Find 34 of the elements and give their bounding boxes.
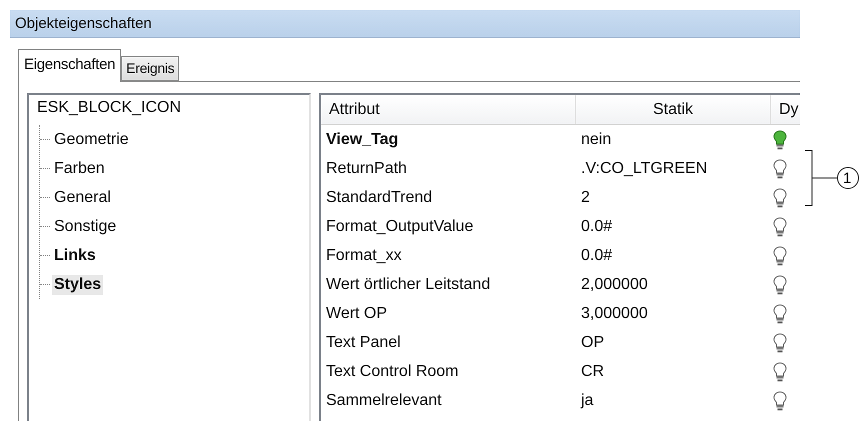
- value-cell-text: 0.0#: [580, 218, 614, 236]
- tree-item[interactable]: Sonstige: [52, 216, 118, 236]
- window-title: Objekteigenschaften: [15, 15, 152, 32]
- tree-item[interactable]: Geometrie: [52, 130, 131, 150]
- tree-item[interactable]: Styles: [52, 274, 104, 294]
- attribute-cell-text: Sammelrelevant: [325, 392, 443, 410]
- tree-root[interactable]: ESK_BLOCK_ICON: [37, 99, 309, 125]
- value-cell-text: nein: [580, 130, 612, 148]
- value-cell-text: ja: [580, 392, 594, 410]
- tree-item[interactable]: General: [52, 188, 113, 208]
- column-header[interactable]: Statik: [576, 95, 771, 124]
- value-cell-text: 0.0#: [580, 246, 614, 264]
- value-cell-text: 2,000000: [580, 276, 649, 294]
- column-header[interactable]: Attribut: [321, 95, 576, 124]
- attribute-cell-text: Format_xx: [325, 246, 403, 264]
- attribute-cell-text: Text Panel: [325, 334, 402, 352]
- value-cell-text: .V:CO_LTGREEN: [580, 160, 708, 178]
- value-cell-text: OP: [580, 334, 606, 352]
- value-cell-text: 2: [580, 188, 591, 206]
- attribute-cell-text: Format_OutputValue: [325, 218, 474, 236]
- attribute-cell-text: Wert OP: [325, 304, 388, 322]
- tree-item[interactable]: Links: [52, 246, 98, 266]
- column-header[interactable]: Dy: [771, 95, 800, 124]
- attribute-cell-text: StandardTrend: [325, 188, 434, 206]
- attribute-cell-text: ReturnPath: [325, 160, 408, 178]
- value-cell-text: CR: [580, 362, 606, 380]
- attribute-cell-text: Wert örtlicher Leitstand: [325, 276, 492, 294]
- tree-item[interactable]: Farben: [52, 158, 107, 178]
- attribute-cell-text: Text Control Room: [325, 362, 460, 380]
- tab[interactable]: Ereignis: [121, 56, 180, 81]
- callout-number: 1: [837, 167, 859, 189]
- attribute-cell-text: View_Tag: [325, 130, 400, 148]
- tab[interactable]: Eigenschaften: [18, 49, 122, 82]
- value-cell-text: 3,000000: [580, 304, 649, 322]
